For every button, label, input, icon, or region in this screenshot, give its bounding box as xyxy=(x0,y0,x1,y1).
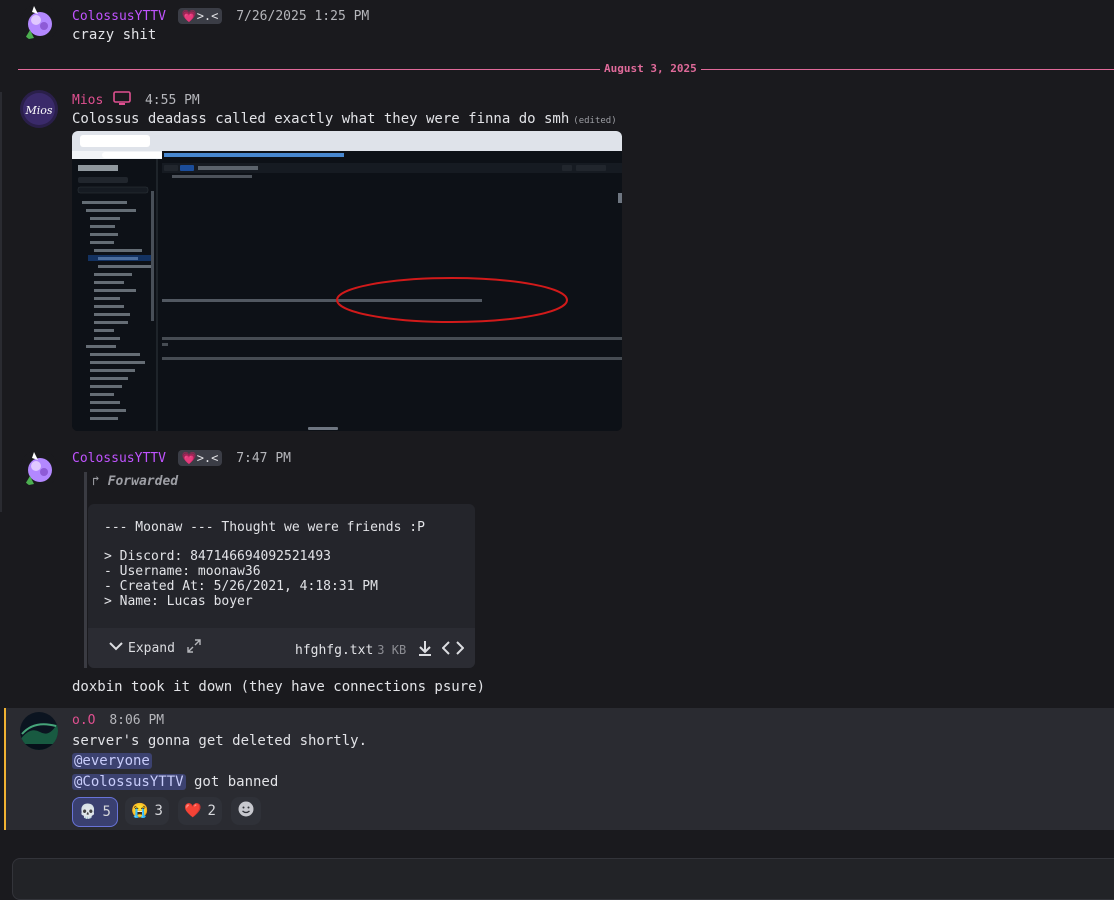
timestamp: 8:06 PM xyxy=(109,713,165,728)
forward-bar xyxy=(84,472,87,668)
date-divider-label: August 3, 2025 xyxy=(600,62,701,75)
author-name[interactable]: ColossusYTTV xyxy=(72,9,166,24)
desktop-icon xyxy=(113,91,131,111)
user-badge: 💗>.< xyxy=(177,8,223,24)
file-size: 3 KB xyxy=(377,643,407,657)
reaction-count: 5 xyxy=(102,804,111,820)
author-name[interactable]: Mios xyxy=(72,93,103,108)
author-name[interactable]: ColossusYTTV xyxy=(72,451,166,466)
download-icon[interactable] xyxy=(416,639,434,661)
date-divider-line xyxy=(18,69,1114,70)
code-view-icon[interactable] xyxy=(441,640,465,660)
file-footer: Expand hfghfg.txt 3 KB xyxy=(88,628,475,668)
timestamp: 7/26/2025 1:25 PM xyxy=(236,9,370,24)
expand-label: Expand xyxy=(128,640,175,656)
message-composer[interactable] xyxy=(12,858,1114,900)
mention-everyone[interactable]: @everyone xyxy=(72,753,152,769)
user-badge: 💗>.< xyxy=(177,450,223,466)
heart-emoji: ❤️ xyxy=(184,803,202,819)
timestamp: 4:55 PM xyxy=(144,93,200,108)
reaction-heart[interactable]: ❤️ 2 xyxy=(178,797,222,825)
svg-text:Mios: Mios xyxy=(24,104,52,117)
forward-arrow-icon: ↱ xyxy=(92,474,100,489)
left-accent-line xyxy=(0,92,2,512)
avatar-oo[interactable] xyxy=(20,712,58,750)
forwarded-label: ↱ Forwarded xyxy=(92,474,179,489)
expand-button[interactable]: Expand xyxy=(108,639,201,657)
timestamp: 7:47 PM xyxy=(236,451,291,466)
edited-tag: (edited) xyxy=(573,116,617,126)
reaction-crying[interactable]: 😭 3 xyxy=(125,797,169,825)
mention-user[interactable]: @ColossusYTTV xyxy=(72,774,186,790)
message-4-highlight xyxy=(4,708,1114,830)
file-preview: --- Moonaw --- Thought we were friends :… xyxy=(104,520,425,609)
reaction-count: 2 xyxy=(207,803,216,819)
avatar-colossus[interactable] xyxy=(20,4,58,42)
file-name[interactable]: hfghfg.txt xyxy=(295,643,373,658)
attached-image[interactable] xyxy=(72,131,622,431)
message-text: Colossus deadass called exactly what the… xyxy=(72,111,570,127)
message-text: doxbin took it down (they have connectio… xyxy=(72,679,486,695)
chevron-down-icon xyxy=(108,640,124,656)
smiley-add-icon xyxy=(237,800,255,822)
reaction-skull[interactable]: 💀 5 xyxy=(72,797,118,827)
crying-emoji: 😭 xyxy=(131,803,149,819)
message-text: crazy shit xyxy=(72,27,157,43)
file-attachment[interactable]: --- Moonaw --- Thought we were friends :… xyxy=(88,504,475,668)
add-reaction-button[interactable] xyxy=(231,797,261,825)
author-name[interactable]: o.O xyxy=(72,713,95,728)
avatar-mios[interactable]: Mios xyxy=(20,90,58,128)
skull-emoji: 💀 xyxy=(79,804,97,820)
expand-arrows-icon[interactable] xyxy=(187,639,201,657)
message-text-line1: server's gonna get deleted shortly. xyxy=(72,733,368,749)
reaction-count: 3 xyxy=(154,803,163,819)
avatar-colossus[interactable] xyxy=(20,450,58,488)
message-text-line3: got banned xyxy=(185,774,279,790)
